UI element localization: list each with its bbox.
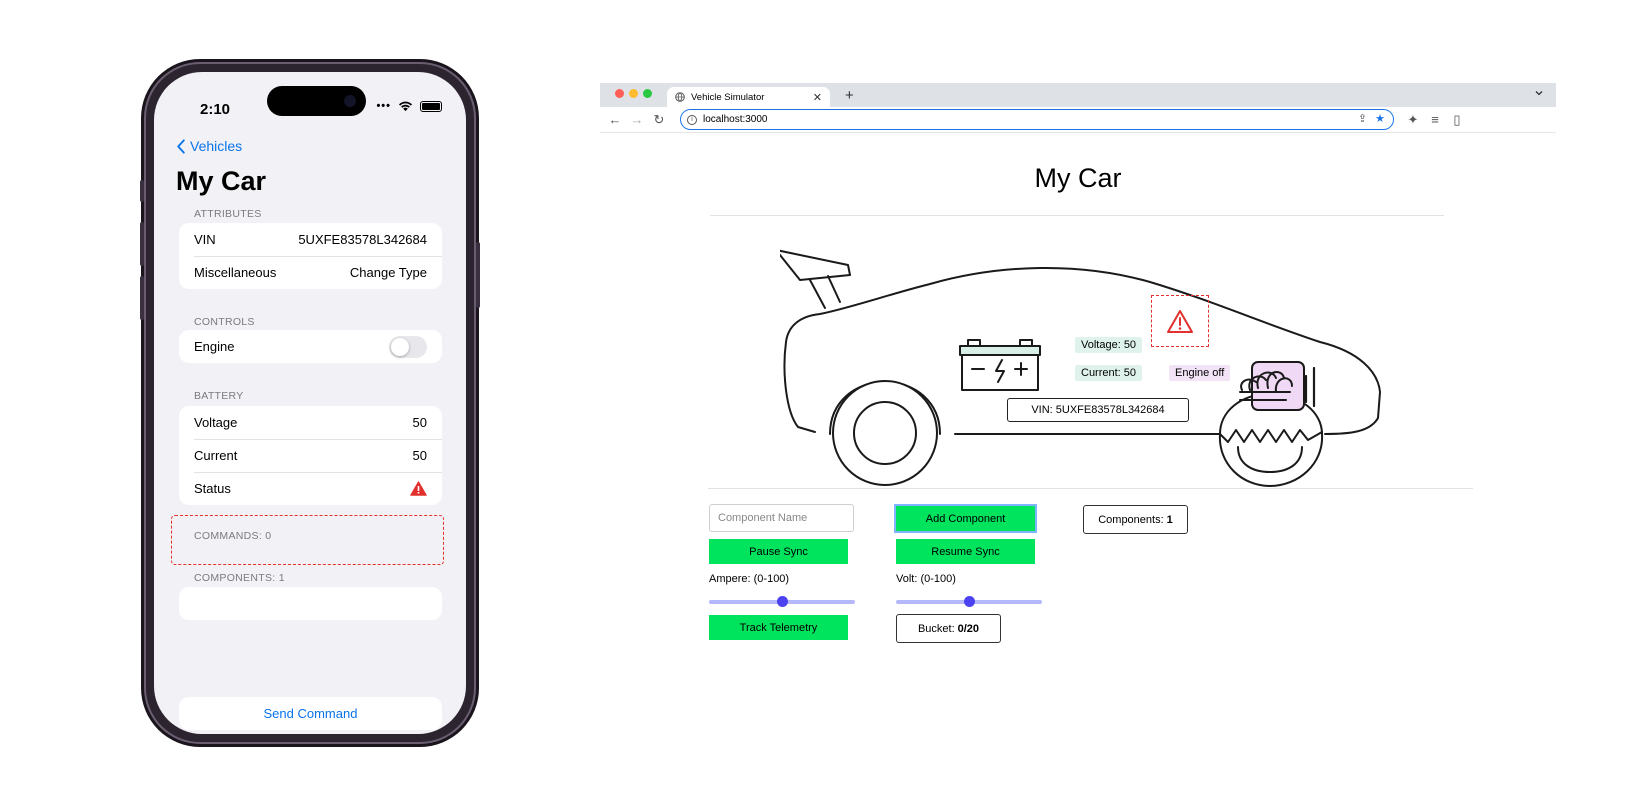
controls-header: CONTROLS bbox=[194, 316, 255, 328]
chevron-left-icon bbox=[177, 138, 185, 154]
status-bar-time: 2:10 bbox=[200, 101, 231, 118]
globe-icon bbox=[675, 92, 685, 102]
forward-arrow-icon[interactable]: → bbox=[630, 113, 644, 127]
mute-switch bbox=[140, 180, 144, 202]
page-title: My Car bbox=[1034, 163, 1122, 193]
volt-slider[interactable] bbox=[896, 596, 1042, 608]
voltage-chip: Voltage: 50 bbox=[1075, 337, 1143, 353]
address-bar-actions: ⇪ ★ bbox=[1358, 112, 1385, 125]
status-label: Status bbox=[194, 481, 231, 496]
components-label: Components: bbox=[1098, 513, 1164, 526]
page-title: My Car bbox=[176, 166, 267, 196]
volume-down-button bbox=[140, 276, 144, 320]
close-window-button[interactable] bbox=[615, 89, 624, 98]
title-divider bbox=[710, 215, 1444, 216]
phone-screen: 2:10 ••• Vehicles My Car ATTRIBUTES VIN … bbox=[154, 72, 466, 734]
dynamic-island bbox=[267, 86, 366, 116]
share-icon[interactable]: ⇪ bbox=[1358, 112, 1367, 125]
controls-card: Engine bbox=[179, 330, 442, 363]
cellular-signal-icon: ••• bbox=[376, 100, 391, 112]
ampere-slider[interactable] bbox=[709, 596, 855, 608]
vin-label: VIN bbox=[194, 232, 216, 247]
chevron-down-icon[interactable] bbox=[1534, 88, 1544, 98]
engine-status-chip: Engine off bbox=[1169, 365, 1231, 381]
controls-divider bbox=[708, 488, 1473, 489]
attributes-card: VIN 5UXFE83578L342684 Miscellaneous Chan… bbox=[179, 223, 442, 289]
slider-thumb[interactable] bbox=[964, 596, 975, 607]
browser-tab[interactable]: Vehicle Simulator ✕ bbox=[667, 87, 830, 107]
current-label: Current bbox=[194, 448, 238, 463]
change-type-value[interactable]: Change Type bbox=[350, 265, 427, 280]
reload-icon[interactable]: ↻ bbox=[652, 113, 666, 127]
address-bar[interactable]: i localhost:3000 ⇪ ★ bbox=[680, 109, 1394, 130]
tab-title: Vehicle Simulator bbox=[691, 91, 765, 103]
power-button bbox=[476, 242, 480, 308]
status-row: Status bbox=[179, 472, 442, 505]
add-component-button[interactable]: Add Component bbox=[896, 506, 1035, 531]
back-button-label: Vehicles bbox=[190, 138, 243, 154]
components-header: COMPONENTS: 1 bbox=[194, 572, 285, 584]
url-text[interactable]: localhost:3000 bbox=[703, 114, 768, 125]
battery-card: Voltage 50 Current 50 Status bbox=[179, 406, 442, 505]
back-arrow-icon[interactable]: ← bbox=[608, 113, 622, 127]
info-icon[interactable]: i bbox=[687, 114, 697, 125]
current-chip: Current: 50 bbox=[1075, 365, 1143, 381]
minimize-window-button[interactable] bbox=[629, 89, 638, 98]
ampere-label: Ampere: (0-100) bbox=[709, 573, 790, 585]
engine-row: Engine bbox=[179, 330, 442, 363]
reading-list-icon[interactable]: ≡ bbox=[1428, 113, 1442, 127]
tab-bar: Vehicle Simulator ✕ + bbox=[600, 83, 1556, 107]
components-card bbox=[179, 587, 442, 620]
commands-header: COMMANDS: 0 bbox=[194, 530, 272, 542]
current-value: 50 bbox=[412, 448, 427, 463]
status-bar-icons: ••• bbox=[376, 100, 442, 112]
voltage-label: Voltage bbox=[194, 415, 238, 430]
voltage-value: 50 bbox=[412, 415, 427, 430]
component-name-input[interactable] bbox=[709, 504, 854, 532]
browser-window: Vehicle Simulator ✕ + ← → ↻ i localhost:… bbox=[600, 83, 1556, 703]
slider-thumb[interactable] bbox=[777, 596, 788, 607]
warning-icon bbox=[1167, 309, 1193, 333]
web-page: My Car Voltage: 50 Current: 50 Engine of… bbox=[600, 134, 1556, 703]
wifi-icon bbox=[398, 101, 413, 112]
browser-toolbar: ← → ↻ i localhost:3000 ⇪ ★ ✦ ≡ ▯ bbox=[600, 107, 1556, 133]
current-row: Current 50 bbox=[179, 439, 442, 472]
engine-label: Engine bbox=[194, 339, 235, 354]
back-button[interactable]: Vehicles bbox=[176, 138, 242, 154]
engine-toggle[interactable] bbox=[389, 335, 427, 358]
bookmark-star-icon[interactable]: ★ bbox=[1375, 112, 1385, 125]
warning-highlight-box bbox=[1151, 295, 1209, 347]
warning-icon bbox=[410, 481, 427, 496]
battery-icon bbox=[420, 100, 442, 112]
iphone-frame: 2:10 ••• Vehicles My Car ATTRIBUTES VIN … bbox=[140, 62, 480, 744]
close-tab-icon[interactable]: ✕ bbox=[813, 91, 822, 104]
bucket-box: Bucket: 0/20 bbox=[896, 614, 1001, 643]
volt-label: Volt: (0-100) bbox=[896, 573, 956, 585]
camera-icon bbox=[344, 95, 356, 107]
toggle-knob bbox=[391, 337, 409, 356]
miscellaneous-row[interactable]: Miscellaneous Change Type bbox=[179, 256, 442, 289]
send-command-button[interactable]: Send Command bbox=[179, 697, 442, 730]
attributes-header: ATTRIBUTES bbox=[194, 208, 262, 220]
bucket-label: Bucket: bbox=[917, 622, 955, 635]
track-telemetry-button[interactable]: Track Telemetry bbox=[709, 615, 848, 640]
vin-label-box: VIN: 5UXFE83578L342684 bbox=[1007, 398, 1189, 422]
voltage-row: Voltage 50 bbox=[179, 406, 442, 439]
bucket-value: 0/20 bbox=[957, 622, 980, 635]
volume-up-button bbox=[140, 222, 144, 266]
extensions-icon[interactable]: ✦ bbox=[1406, 113, 1420, 127]
components-count-box: Components: 1 bbox=[1083, 505, 1188, 534]
miscellaneous-label: Miscellaneous bbox=[194, 265, 277, 280]
maximize-window-button[interactable] bbox=[643, 89, 652, 98]
components-count: 1 bbox=[1166, 513, 1173, 526]
vin-value: 5UXFE83578L342684 bbox=[298, 232, 427, 247]
pause-sync-button[interactable]: Pause Sync bbox=[709, 539, 848, 564]
resume-sync-button[interactable]: Resume Sync bbox=[896, 539, 1035, 564]
new-tab-icon[interactable]: + bbox=[845, 87, 854, 104]
battery-header: BATTERY bbox=[194, 390, 244, 402]
vin-row: VIN 5UXFE83578L342684 bbox=[179, 223, 442, 256]
side-panel-icon[interactable]: ▯ bbox=[1450, 113, 1464, 127]
